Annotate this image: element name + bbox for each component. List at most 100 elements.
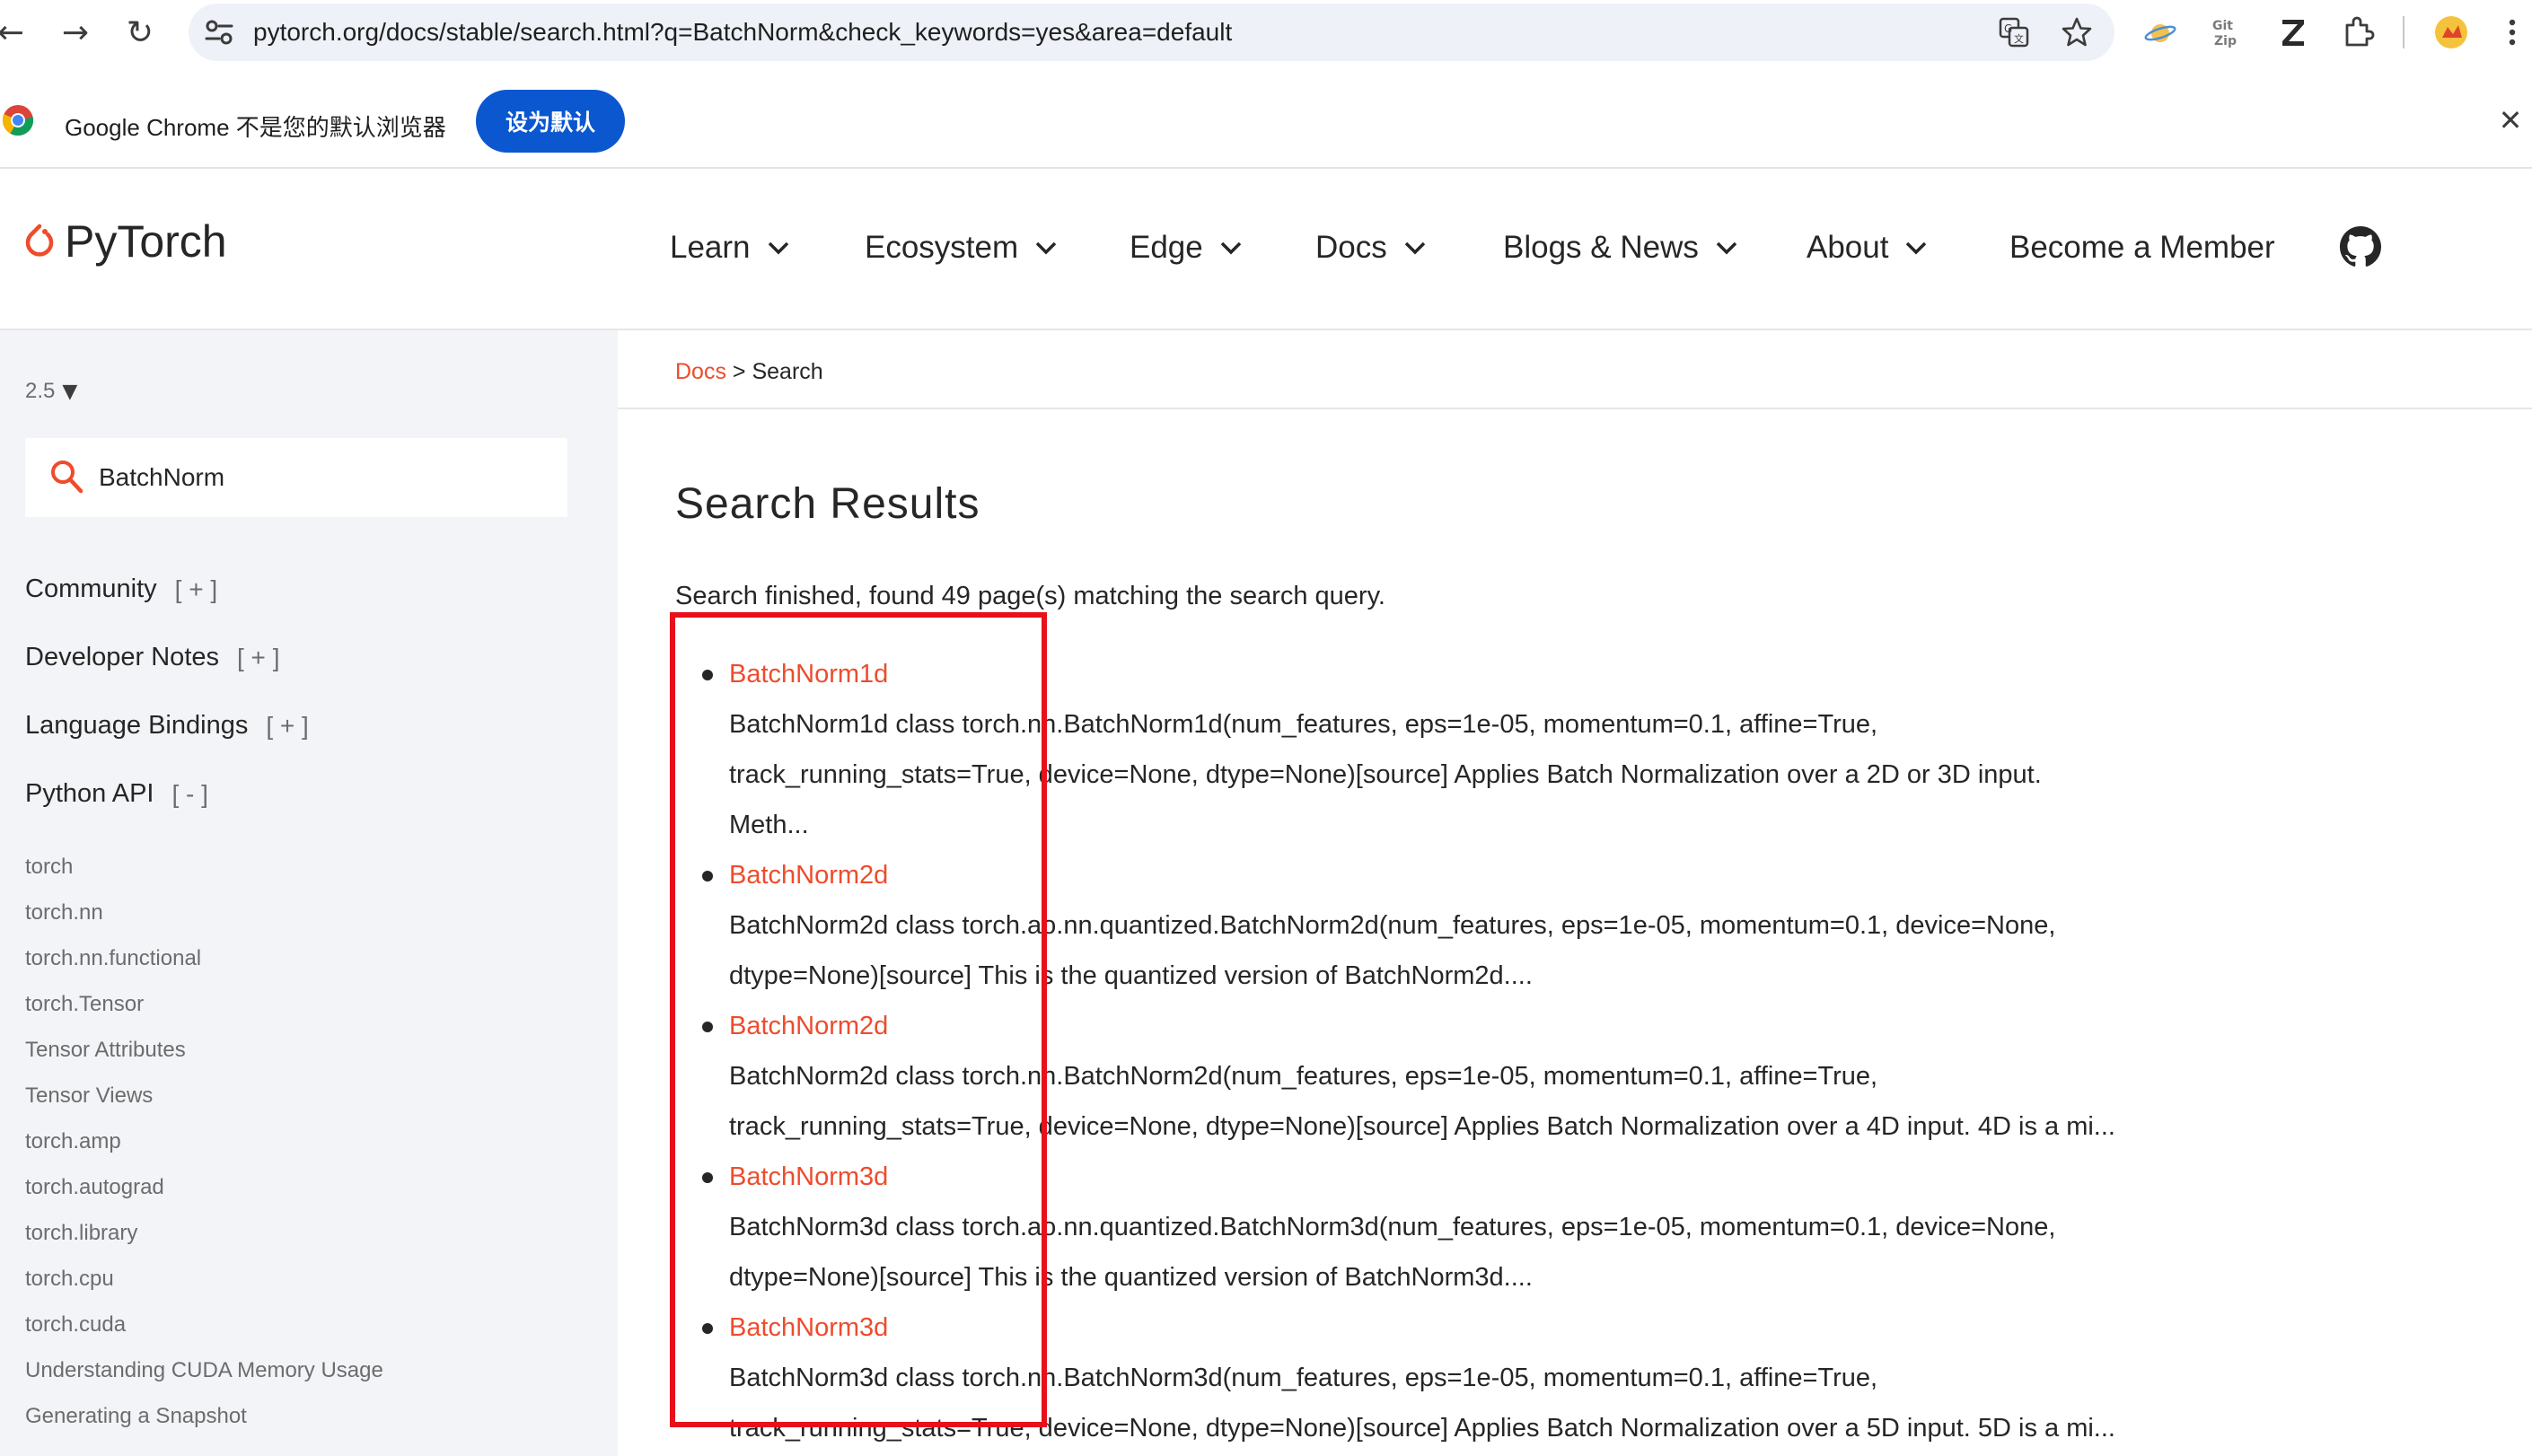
svg-text:G: G — [2004, 22, 2012, 35]
chevron-down-icon — [1220, 241, 1241, 255]
svg-text:Git: Git — [2212, 19, 2233, 33]
search-summary: Search finished, found 49 page(s) matchi… — [675, 582, 1385, 610]
forward-arrow-icon: → — [61, 13, 90, 51]
browser-toolbar: ← → ↻ pytorch.org/docs/stable/search.htm… — [0, 0, 2532, 65]
pytorch-flame-icon[interactable] — [22, 223, 57, 264]
nav-label: Docs — [1315, 230, 1387, 265]
sidebar-link-tensor-attributes[interactable]: Tensor Attributes — [25, 1038, 186, 1063]
breadcrumb-docs-link[interactable]: Docs — [675, 359, 726, 384]
chevron-down-icon — [1404, 241, 1425, 255]
result-title-link[interactable]: BatchNorm2d — [729, 861, 888, 890]
toolbar-divider — [2403, 16, 2405, 48]
page-title: Search Results — [675, 480, 980, 528]
chevron-down-icon — [768, 241, 788, 255]
infobar-message: Google Chrome 不是您的默认浏览器 — [65, 114, 446, 141]
result-snippet-line: BatchNorm3d class torch.nn.BatchNorm3d(n… — [729, 1364, 1878, 1392]
result-snippet-line: BatchNorm3d class torch.ao.nn.quantized.… — [729, 1213, 2056, 1241]
extension-zotero-icon[interactable] — [2275, 14, 2311, 50]
sidebar-link-torch-nn-functional[interactable]: torch.nn.functional — [25, 946, 201, 971]
nav-ecosystem[interactable]: Ecosystem — [865, 230, 1058, 266]
version-selector[interactable]: 2.5 ▼ — [25, 379, 77, 404]
result-title-link[interactable]: BatchNorm3d — [729, 1162, 888, 1192]
divider — [618, 408, 2532, 409]
nav-blogs-news[interactable]: Blogs & News — [1503, 230, 1738, 266]
pytorch-logo-text[interactable]: PyTorch — [65, 215, 227, 268]
sidebar-section-developer-notes[interactable]: Developer Notes [ + ] — [25, 643, 279, 672]
extension-gitzip-icon[interactable]: Git Zip — [2209, 14, 2245, 50]
sidebar-link-torch-library[interactable]: torch.library — [25, 1221, 137, 1246]
result-snippet-line: track_running_stats=True, device=None, d… — [729, 760, 2042, 789]
svg-text:Zip: Zip — [2214, 34, 2237, 48]
list-bullet — [702, 1022, 713, 1032]
sidebar-link-generating-snapshot[interactable]: Generating a Snapshot — [25, 1404, 247, 1429]
site-settings-icon[interactable] — [201, 14, 237, 50]
chevron-down-icon — [1035, 241, 1057, 255]
sidebar-link-torch[interactable]: torch — [25, 855, 73, 880]
result-title-link[interactable]: BatchNorm1d — [729, 660, 888, 689]
forward-button[interactable]: → — [56, 13, 95, 52]
result-snippet-line: dtype=None)[source] This is the quantize… — [729, 1263, 1533, 1292]
breadcrumb-separator: > — [725, 359, 752, 384]
nav-become-member[interactable]: Become a Member — [2009, 230, 2275, 266]
sidebar-section-community[interactable]: Community [ + ] — [25, 575, 217, 604]
back-button[interactable]: ← — [0, 13, 31, 52]
profile-avatar-icon[interactable] — [2433, 14, 2469, 50]
collapse-toggle[interactable]: [ - ] — [172, 780, 208, 809]
list-bullet — [702, 1172, 713, 1183]
infobar-close-button[interactable]: ✕ — [2494, 103, 2527, 137]
sidebar-section-label: Language Bindings — [25, 711, 249, 740]
sidebar-link-torch-cpu[interactable]: torch.cpu — [25, 1267, 114, 1292]
nav-about[interactable]: About — [1807, 230, 1928, 266]
expand-toggle[interactable]: [ + ] — [237, 644, 279, 672]
result-snippet-line: BatchNorm1d class torch.nn.BatchNorm1d(n… — [729, 710, 1878, 739]
sidebar-search-box[interactable] — [25, 438, 567, 517]
breadcrumb-current: Search — [752, 359, 823, 384]
search-input[interactable] — [99, 460, 548, 496]
bookmark-star-icon[interactable] — [2061, 16, 2093, 48]
chevron-down-icon — [1716, 241, 1737, 255]
nav-label: Edge — [1130, 230, 1203, 265]
nav-docs[interactable]: Docs — [1315, 230, 1427, 266]
nav-learn[interactable]: Learn — [670, 230, 790, 266]
reload-button[interactable]: ↻ — [120, 13, 160, 52]
address-bar[interactable]: pytorch.org/docs/stable/search.html?q=Ba… — [189, 4, 2114, 61]
extension-planet-icon[interactable] — [2142, 14, 2178, 50]
caret-down-icon: ▼ — [62, 380, 78, 403]
sidebar-link-cuda-memory-usage[interactable]: Understanding CUDA Memory Usage — [25, 1358, 383, 1383]
kebab-menu-icon — [2509, 19, 2516, 46]
expand-toggle[interactable]: [ + ] — [175, 575, 217, 604]
set-default-button[interactable]: 设为默认 — [476, 90, 625, 153]
browser-menu-button[interactable] — [2492, 13, 2532, 52]
back-arrow-icon: ← — [0, 13, 25, 51]
result-snippet-line: BatchNorm2d class torch.nn.BatchNorm2d(n… — [729, 1062, 1878, 1091]
sidebar-section-language-bindings[interactable]: Language Bindings [ + ] — [25, 711, 309, 741]
github-icon[interactable] — [2340, 226, 2381, 268]
sidebar-link-torch-cuda[interactable]: torch.cuda — [25, 1312, 126, 1338]
result-snippet-line: track_running_stats=True, device=None, d… — [729, 1112, 2115, 1141]
sidebar-link-tensor-views[interactable]: Tensor Views — [25, 1083, 153, 1109]
sidebar-link-torch-tensor[interactable]: torch.Tensor — [25, 992, 144, 1017]
sidebar-link-torch-nn[interactable]: torch.nn — [25, 900, 103, 925]
reload-icon: ↻ — [126, 13, 154, 51]
extensions-puzzle-icon[interactable] — [2340, 14, 2376, 50]
expand-toggle[interactable]: [ + ] — [266, 712, 308, 741]
sidebar-section-python-api[interactable]: Python API [ - ] — [25, 779, 208, 809]
nav-label: Blogs & News — [1503, 230, 1699, 265]
url-text[interactable]: pytorch.org/docs/stable/search.html?q=Ba… — [253, 18, 1232, 47]
result-title-link[interactable]: BatchNorm3d — [729, 1313, 888, 1343]
nav-label: About — [1807, 230, 1889, 265]
breadcrumb: Docs > Search — [675, 359, 823, 385]
sidebar-section-label: Community — [25, 575, 157, 603]
result-snippet-line: BatchNorm2d class torch.ao.nn.quantized.… — [729, 911, 2056, 940]
sidebar-link-torch-amp[interactable]: torch.amp — [25, 1129, 121, 1154]
nav-edge[interactable]: Edge — [1130, 230, 1243, 266]
sidebar-link-torch-autograd[interactable]: torch.autograd — [25, 1175, 164, 1200]
sidebar-section-label: Python API — [25, 779, 154, 808]
list-bullet — [702, 871, 713, 881]
result-snippet-line: Meth... — [729, 811, 809, 839]
translate-icon[interactable]: G 文 — [1998, 16, 2030, 48]
close-icon: ✕ — [2498, 103, 2523, 137]
version-label: 2.5 — [25, 379, 56, 403]
result-title-link[interactable]: BatchNorm2d — [729, 1012, 888, 1041]
result-snippet-line: dtype=None)[source] This is the quantize… — [729, 961, 1533, 990]
